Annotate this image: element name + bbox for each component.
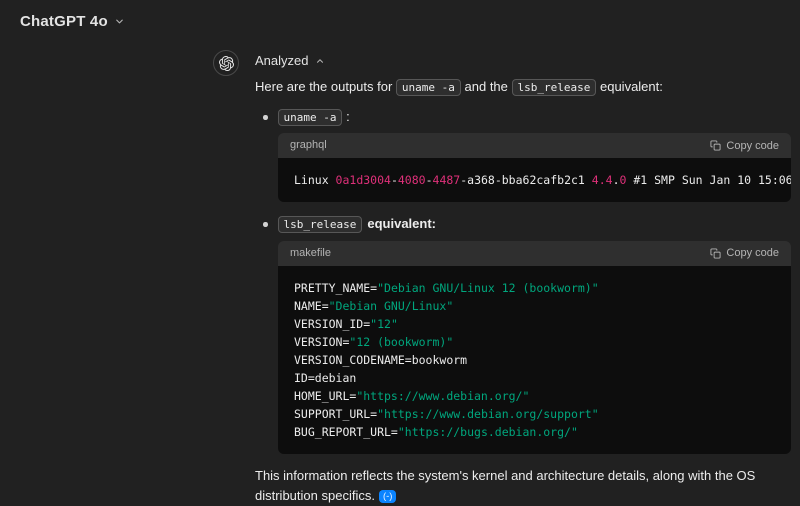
text-fragment: This information reflects the system's k… [255, 468, 755, 503]
analyzed-label: Analyzed [255, 51, 308, 71]
text-fragment: : [342, 109, 349, 124]
code-body: Linux 0a1d3004-4080-4487-a368-bba62cafb2… [278, 158, 791, 202]
copy-code-label: Copy code [726, 247, 779, 259]
outro-text: This information reflects the system's k… [255, 466, 791, 506]
text-fragment: Here are the outputs for [255, 79, 396, 94]
code-block-header: graphql Copy code [278, 133, 791, 158]
bullet-text: lsb_release equivalent: [278, 214, 436, 234]
bullet-dot [263, 222, 268, 227]
openai-logo-icon [219, 56, 234, 71]
intro-text: Here are the outputs for uname -a and th… [255, 77, 791, 97]
citation-chip[interactable]: (-) [379, 490, 397, 503]
code-block-lsb-release: makefile Copy code PRETTY_NAME="Debian G… [278, 241, 791, 454]
message-content: Analyzed Here are the outputs for uname … [255, 50, 791, 506]
model-label: ChatGPT 4o [20, 13, 108, 30]
list-item: lsb_release equivalent: [255, 214, 791, 234]
text-fragment: equivalent: [367, 216, 436, 231]
copy-icon [710, 140, 721, 151]
assistant-avatar [213, 50, 239, 76]
chevron-up-icon [315, 56, 325, 66]
list-item: uname -a : [255, 107, 791, 127]
inline-code: lsb_release [278, 216, 363, 233]
top-bar: ChatGPT 4o [0, 0, 800, 40]
code-language-label: makefile [290, 245, 331, 262]
bullet-dot [263, 115, 268, 120]
chevron-down-icon [114, 16, 125, 27]
code-language-label: graphql [290, 137, 327, 154]
inline-code: uname -a [278, 109, 343, 126]
copy-icon [710, 248, 721, 259]
inline-code: uname -a [396, 79, 461, 96]
code-body: PRETTY_NAME="Debian GNU/Linux 12 (bookwo… [278, 266, 791, 454]
text-fragment: equivalent: [596, 79, 663, 94]
assistant-message: Analyzed Here are the outputs for uname … [0, 40, 800, 506]
copy-code-label: Copy code [726, 140, 779, 152]
model-selector[interactable]: ChatGPT 4o [20, 13, 125, 30]
analyzed-toggle[interactable]: Analyzed [255, 51, 791, 71]
bullet-text: uname -a : [278, 107, 350, 127]
text-fragment: and the [461, 79, 512, 94]
copy-code-button[interactable]: Copy code [710, 140, 779, 152]
inline-code: lsb_release [512, 79, 597, 96]
copy-code-button[interactable]: Copy code [710, 247, 779, 259]
code-block-uname: graphql Copy code Linux 0a1d3004-4080-44… [278, 133, 791, 202]
code-block-header: makefile Copy code [278, 241, 791, 266]
